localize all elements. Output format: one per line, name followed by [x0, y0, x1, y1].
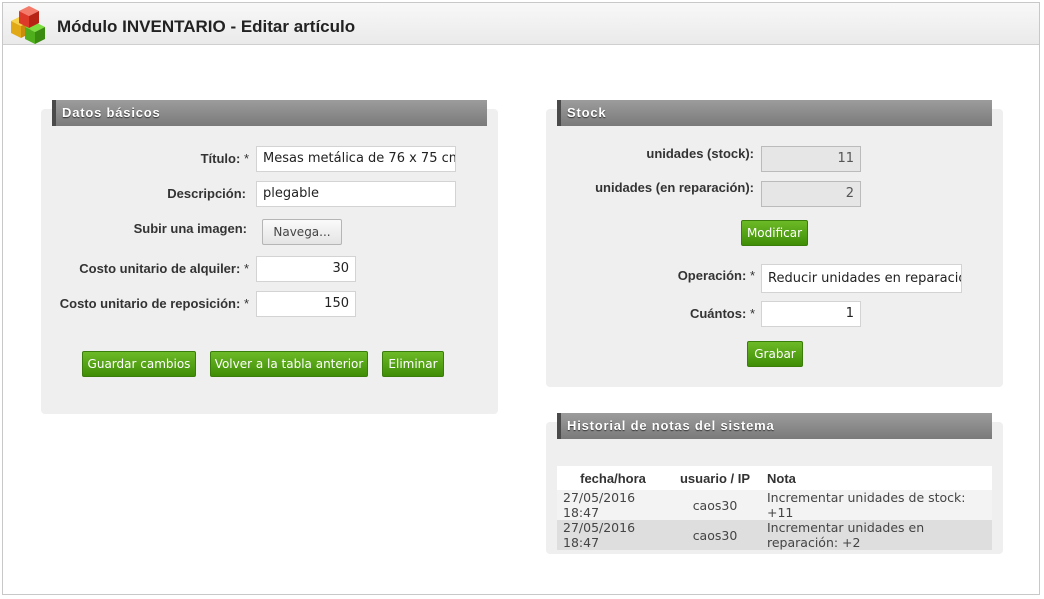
app-header: Módulo INVENTARIO - Editar artículo	[3, 3, 1039, 45]
costo-reposicion-input[interactable]: 150	[256, 291, 356, 317]
cell-fecha: 27/05/2016 18:47	[557, 520, 669, 550]
unidades-stock-field: 11	[761, 146, 861, 172]
cuantos-label: Cuántos: *	[689, 306, 755, 321]
titulo-label: Título: *	[200, 151, 249, 166]
cell-nota: Incrementar unidades de stock: +11	[761, 490, 992, 520]
page-title: Módulo INVENTARIO - Editar artículo	[57, 17, 356, 36]
imagen-label: Subir una imagen:	[133, 221, 247, 236]
browse-button[interactable]: Navega...	[262, 219, 342, 245]
historial-heading: Historial de notas del sistema	[557, 413, 992, 439]
costo-reposicion-label: Costo unitario de reposición: *	[59, 296, 249, 311]
column-header-usuario: usuario / IP	[669, 466, 761, 490]
operacion-select[interactable]: Reducir unidades en reparación	[761, 264, 962, 293]
save-button[interactable]: Guardar cambios	[82, 351, 196, 377]
grabar-button[interactable]: Grabar	[747, 341, 803, 367]
cell-nota: Incrementar unidades en reparación: +2	[761, 520, 992, 550]
table-header-row: fecha/hora usuario / IP Nota	[557, 466, 992, 490]
column-header-fecha: fecha/hora	[557, 466, 669, 490]
table-row: 27/05/2016 18:47 caos30 Incrementar unid…	[557, 490, 992, 520]
operacion-label: Operación: *	[677, 268, 755, 283]
modificar-button[interactable]: Modificar	[741, 220, 808, 246]
column-header-nota: Nota	[761, 466, 992, 490]
unidades-reparacion-field: 2	[761, 181, 861, 207]
unidades-reparacion-label: unidades (en reparación):	[595, 180, 754, 195]
cell-usuario: caos30	[669, 490, 761, 520]
historial-table: fecha/hora usuario / IP Nota 27/05/2016 …	[557, 466, 992, 550]
cell-fecha: 27/05/2016 18:47	[557, 490, 669, 520]
descripcion-input[interactable]: plegable	[256, 181, 456, 207]
table-row: 27/05/2016 18:47 caos30 Incrementar unid…	[557, 520, 992, 550]
colored-cubes-icon	[11, 6, 45, 44]
descripcion-label: Descripción:	[167, 186, 246, 201]
titulo-input[interactable]: Mesas metálica de 76 x 75 cm	[256, 146, 456, 172]
delete-button[interactable]: Eliminar	[382, 351, 444, 377]
costo-alquiler-input[interactable]: 30	[256, 256, 356, 282]
stock-heading: Stock	[557, 100, 992, 126]
back-button[interactable]: Volver a la tabla anterior	[210, 351, 368, 377]
datos-basicos-heading: Datos básicos	[52, 100, 487, 126]
cell-usuario: caos30	[669, 520, 761, 550]
costo-alquiler-label: Costo unitario de alquiler: *	[79, 261, 249, 276]
unidades-stock-label: unidades (stock):	[646, 146, 754, 161]
cuantos-input[interactable]: 1	[761, 301, 861, 327]
